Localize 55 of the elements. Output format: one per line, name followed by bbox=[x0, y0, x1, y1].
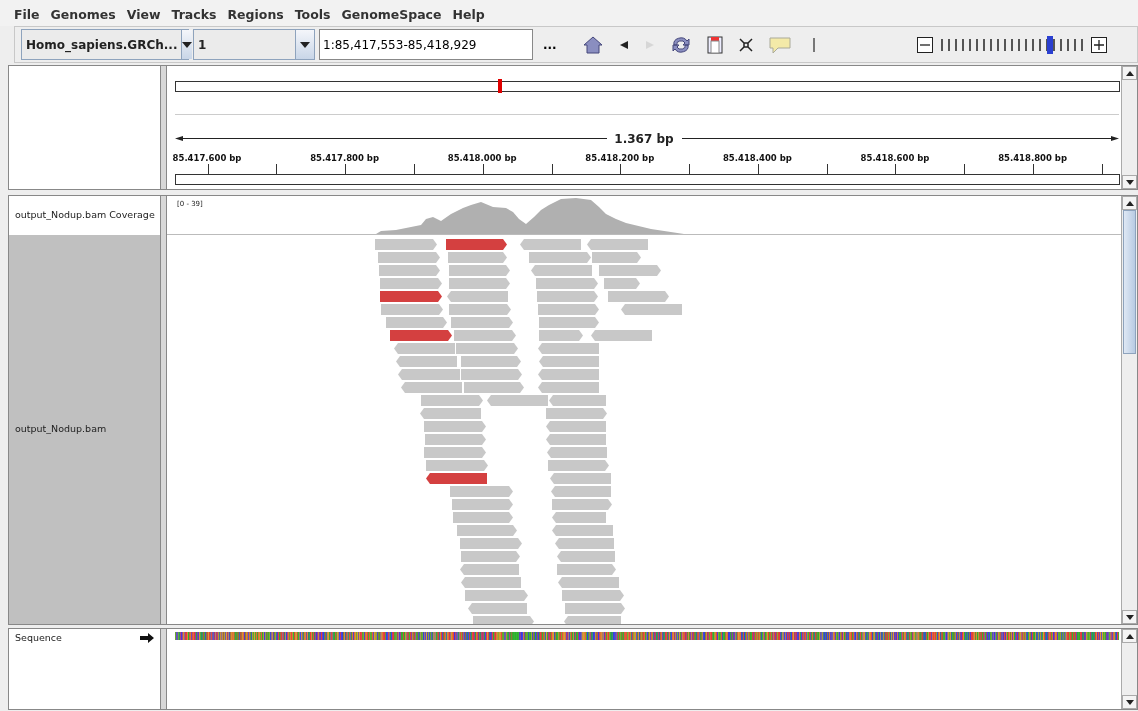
zoom-in-button[interactable] bbox=[1091, 36, 1107, 53]
chromosome-dropdown[interactable]: 1 bbox=[193, 29, 315, 60]
region-icon bbox=[706, 35, 723, 54]
caret-icon bbox=[300, 41, 310, 48]
scroll-up-button[interactable] bbox=[1122, 629, 1137, 643]
ruler-tick-label: 85.418.400 bp bbox=[722, 153, 792, 163]
zoom-out-button[interactable] bbox=[917, 36, 933, 53]
menu-item[interactable]: File bbox=[14, 6, 40, 26]
fit-icon bbox=[738, 37, 753, 52]
ruler-tick-label: 85.418.000 bp bbox=[447, 153, 517, 163]
refresh-icon bbox=[670, 35, 691, 54]
ruler-tick-label: 85.418.600 bp bbox=[860, 153, 930, 163]
zoom-slider-thumb[interactable] bbox=[1047, 35, 1054, 54]
vertical-scrollbar[interactable] bbox=[1121, 629, 1137, 709]
scroll-up-button[interactable] bbox=[1122, 66, 1137, 80]
up-arrow-icon bbox=[1125, 200, 1134, 206]
track-name: Sequence bbox=[15, 630, 62, 645]
vertical-scrollbar[interactable] bbox=[1121, 66, 1137, 189]
span-label: 1.367 bp bbox=[614, 132, 674, 146]
ruler-tick-label: 85.417.800 bp bbox=[310, 153, 380, 163]
down-arrow-icon bbox=[1125, 179, 1134, 185]
more-button[interactable]: ... bbox=[537, 35, 563, 54]
strand-arrow-icon bbox=[140, 633, 154, 643]
menu-item[interactable]: Tools bbox=[294, 6, 331, 26]
locus-field[interactable]: 1:85,417,553-85,418,929 bbox=[319, 29, 533, 60]
ruler-tick-label: 85.418.800 bp bbox=[998, 153, 1068, 163]
ruler-tick-label: 85.418.200 bp bbox=[585, 153, 655, 163]
down-arrow-icon bbox=[1125, 614, 1134, 620]
track-name[interactable]: output_Nodup.bam Coverage bbox=[15, 208, 155, 223]
current-region-marker bbox=[498, 79, 502, 93]
menu-item[interactable]: Help bbox=[452, 6, 485, 26]
genome-dropdown[interactable]: Homo_sapiens.GRCh... bbox=[21, 29, 189, 60]
scroll-down-button[interactable] bbox=[1122, 175, 1137, 189]
track-name[interactable]: output_Nodup.bam bbox=[15, 422, 107, 437]
menu-item[interactable]: GenomeSpace bbox=[341, 6, 442, 26]
caret-icon bbox=[182, 41, 193, 48]
up-arrow-icon bbox=[1125, 633, 1134, 639]
menu-item[interactable]: View bbox=[126, 6, 161, 26]
scroll-down-button[interactable] bbox=[1122, 695, 1137, 709]
forward-icon bbox=[644, 39, 655, 50]
up-arrow-icon bbox=[1125, 70, 1134, 76]
scrollbar-thumb[interactable] bbox=[1123, 210, 1136, 354]
zoom-slider[interactable] bbox=[941, 37, 1083, 52]
back-icon bbox=[618, 39, 629, 50]
vertical-scrollbar[interactable] bbox=[1121, 196, 1137, 624]
menu-item[interactable]: Regions bbox=[227, 6, 284, 26]
scroll-down-button[interactable] bbox=[1122, 610, 1137, 624]
home-icon bbox=[582, 35, 603, 54]
scroll-up-button[interactable] bbox=[1122, 196, 1137, 210]
down-arrow-icon bbox=[1125, 699, 1134, 705]
ruler-tick-label: 85.417.600 bp bbox=[172, 153, 242, 163]
menu-item[interactable]: Tracks bbox=[171, 6, 217, 26]
menu-item[interactable]: Genomes bbox=[50, 6, 116, 26]
plus-icon bbox=[1094, 39, 1104, 50]
speech-bubble-icon bbox=[768, 35, 791, 54]
